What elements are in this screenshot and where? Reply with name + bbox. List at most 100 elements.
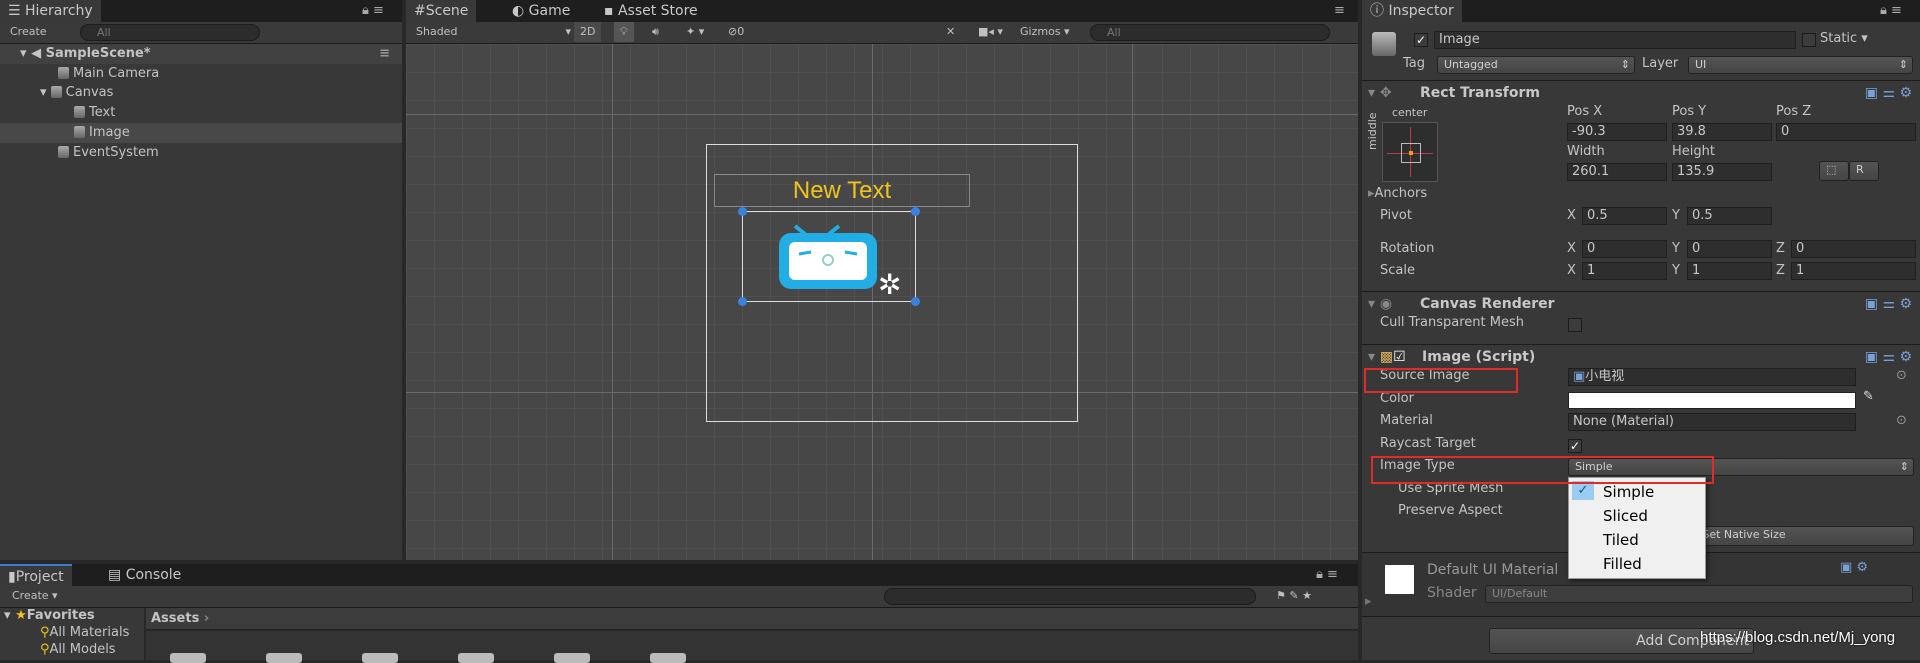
hierarchy-search[interactable]: All (80, 24, 260, 41)
color-field[interactable] (1568, 392, 1856, 409)
lock-icon[interactable]: 🔒︎ ≡ (1880, 3, 1902, 18)
material-field[interactable]: None (Material) (1568, 413, 1856, 431)
component-icons[interactable]: ▣ ⚙ (1840, 560, 1868, 575)
new-text-element[interactable]: New Text (714, 174, 970, 207)
camera-icon[interactable]: ■◂ ▾ (978, 22, 1003, 42)
2d-toggle[interactable]: 2D (574, 22, 602, 42)
pos-x-input[interactable]: -90.3 (1567, 123, 1667, 141)
folder-icon[interactable] (362, 653, 398, 663)
project-search[interactable] (884, 588, 1256, 605)
expand-icon[interactable]: ▸ (1365, 594, 1372, 609)
rotation-y-input[interactable]: 0 (1687, 240, 1772, 258)
source-image-field[interactable]: ▣小电视 (1568, 368, 1856, 386)
lock-icon[interactable]: 🔒︎ ≡ (362, 3, 384, 18)
cull-checkbox[interactable] (1568, 318, 1582, 332)
anchor-preset-button[interactable] (1382, 122, 1438, 182)
static-checkbox[interactable] (1802, 33, 1816, 47)
pivot-icon: ✲ (878, 268, 901, 301)
object-name-input[interactable]: Image (1434, 31, 1796, 49)
tools-icon[interactable]: ✕ (946, 22, 955, 42)
component-icons[interactable]: ▣ ⚌ ⚙ (1865, 81, 1912, 105)
list-item[interactable]: EventSystem (0, 143, 402, 163)
list-item-selected[interactable]: Image (0, 123, 402, 143)
pos-y-input[interactable]: 39.8 (1672, 123, 1772, 141)
pos-z-input[interactable]: 0 (1776, 123, 1916, 141)
component-icons[interactable]: ▣ ⚌ ⚙ (1865, 292, 1912, 316)
folder-icon[interactable] (650, 653, 686, 663)
image-rect[interactable]: ✲ (738, 207, 920, 306)
hierarchy-tabbar: ☰ Hierarchy 🔒︎ ≡ (0, 0, 402, 22)
tag-dropdown[interactable]: Untagged ⇕ (1437, 56, 1635, 74)
tab-scene[interactable]: #Scene (406, 0, 477, 22)
scale-y-input[interactable]: 1 (1687, 262, 1772, 280)
menu-item-tiled[interactable]: Tiled (1569, 529, 1705, 552)
axis-label: X (1567, 241, 1576, 256)
eyedropper-icon[interactable]: ✎ (1863, 389, 1874, 404)
filter-icons[interactable]: ⚑ ✎ ★ (1276, 586, 1312, 606)
lock-icon[interactable]: 🔒︎ ≡ (1316, 567, 1338, 582)
breadcrumb[interactable]: Assets › (146, 608, 1358, 630)
rotation-z-input[interactable]: 0 (1791, 240, 1916, 258)
tab-console[interactable]: ▤ Console (100, 564, 189, 586)
blueprint-mode-button[interactable]: ⬚ (1819, 161, 1849, 181)
tab-hierarchy[interactable]: ☰ Hierarchy (0, 0, 101, 22)
image-script-header[interactable]: ▾ ▩☑ Image (Script) ▣ ⚌ ⚙ (1362, 344, 1920, 368)
hidden-icon[interactable]: ⊘0 (728, 22, 744, 42)
scene-root[interactable]: ▾ ◀ SampleScene* ≡ (0, 44, 402, 64)
shading-dropdown[interactable]: Shaded ▾ (416, 22, 571, 42)
lighting-icon[interactable]: 💡︎ (614, 22, 634, 42)
rect-transform-header[interactable]: ▾ ✥ Rect Transform ▣ ⚌ ⚙ (1362, 80, 1920, 104)
scene-search[interactable]: All (1090, 24, 1330, 41)
list-item[interactable]: ▾ Canvas (0, 83, 402, 103)
rotation-x-input[interactable]: 0 (1582, 240, 1667, 258)
create-button[interactable]: Create ▾ (12, 586, 58, 606)
scale-z-input[interactable]: 1 (1791, 262, 1916, 280)
tab-asset-store[interactable]: ▪ Asset Store (596, 0, 706, 22)
menu-icon[interactable]: ≡ (1334, 3, 1345, 18)
scale-x-input[interactable]: 1 (1582, 262, 1667, 280)
create-button[interactable]: Create (10, 22, 47, 42)
tab-project[interactable]: ▮Project (0, 564, 72, 586)
favorite-item[interactable]: ⚲All Models (0, 642, 144, 659)
canvas-renderer-header[interactable]: ▾ ◉ Canvas Renderer ▣ ⚌ ⚙ (1362, 291, 1920, 315)
object-picker-icon[interactable]: ⊙ (1896, 413, 1907, 428)
resize-handle[interactable] (738, 297, 747, 306)
effects-icon[interactable]: ✦ ▾ (686, 22, 704, 42)
height-input[interactable]: 135.9 (1672, 163, 1772, 181)
anchors-foldout[interactable]: ▸Anchors (1368, 186, 1427, 201)
component-icons[interactable]: ▣ ⚌ ⚙ (1865, 345, 1912, 369)
height-label: Height (1672, 144, 1715, 159)
folder-icon[interactable] (458, 653, 494, 663)
pivot-x-input[interactable]: 0.5 (1582, 207, 1667, 225)
layer-dropdown[interactable]: UI ⇕ (1688, 56, 1913, 74)
anchor-v-label: middle (1366, 112, 1379, 150)
folder-icon[interactable] (266, 653, 302, 663)
pivot-y-input[interactable]: 0.5 (1687, 207, 1772, 225)
list-item[interactable]: Text (0, 103, 402, 123)
gizmos-dropdown[interactable]: Gizmos ▾ (1020, 22, 1070, 42)
scene-view[interactable]: New Text ✲ (406, 44, 1358, 560)
menu-item-filled[interactable]: Filled (1569, 553, 1705, 576)
favorites[interactable]: ▾ ★Favorites (0, 608, 144, 625)
resize-handle[interactable] (738, 207, 747, 216)
folder-icon[interactable] (554, 653, 590, 663)
folder-icon[interactable] (170, 653, 206, 663)
tab-game[interactable]: ◐ Game (504, 0, 578, 22)
favorite-item[interactable]: ⚲All Materials (0, 625, 144, 642)
list-item[interactable]: Main Camera (0, 64, 402, 84)
menu-icon[interactable]: ≡ (379, 44, 390, 64)
active-checkbox[interactable]: ✓ (1414, 33, 1428, 47)
resize-handle[interactable] (911, 207, 920, 216)
raw-edit-button[interactable]: R (1849, 161, 1879, 181)
object-picker-icon[interactable]: ⊙ (1896, 368, 1907, 383)
width-input[interactable]: 260.1 (1567, 163, 1667, 181)
audio-icon[interactable]: 🔊︎ (652, 22, 659, 42)
menu-item-sliced[interactable]: Sliced (1569, 505, 1705, 528)
static-label[interactable]: Static ▾ (1820, 31, 1868, 46)
menu-item-simple[interactable]: Simple (1569, 481, 1705, 504)
tab-inspector[interactable]: ⓘ Inspector (1362, 0, 1462, 22)
inspector-tabbar: ⓘ Inspector 🔒︎ ≡ (1362, 0, 1920, 22)
shader-dropdown[interactable]: UI/Default (1485, 585, 1913, 603)
resize-handle[interactable] (911, 297, 920, 306)
raycast-checkbox[interactable]: ✓ (1568, 439, 1582, 453)
